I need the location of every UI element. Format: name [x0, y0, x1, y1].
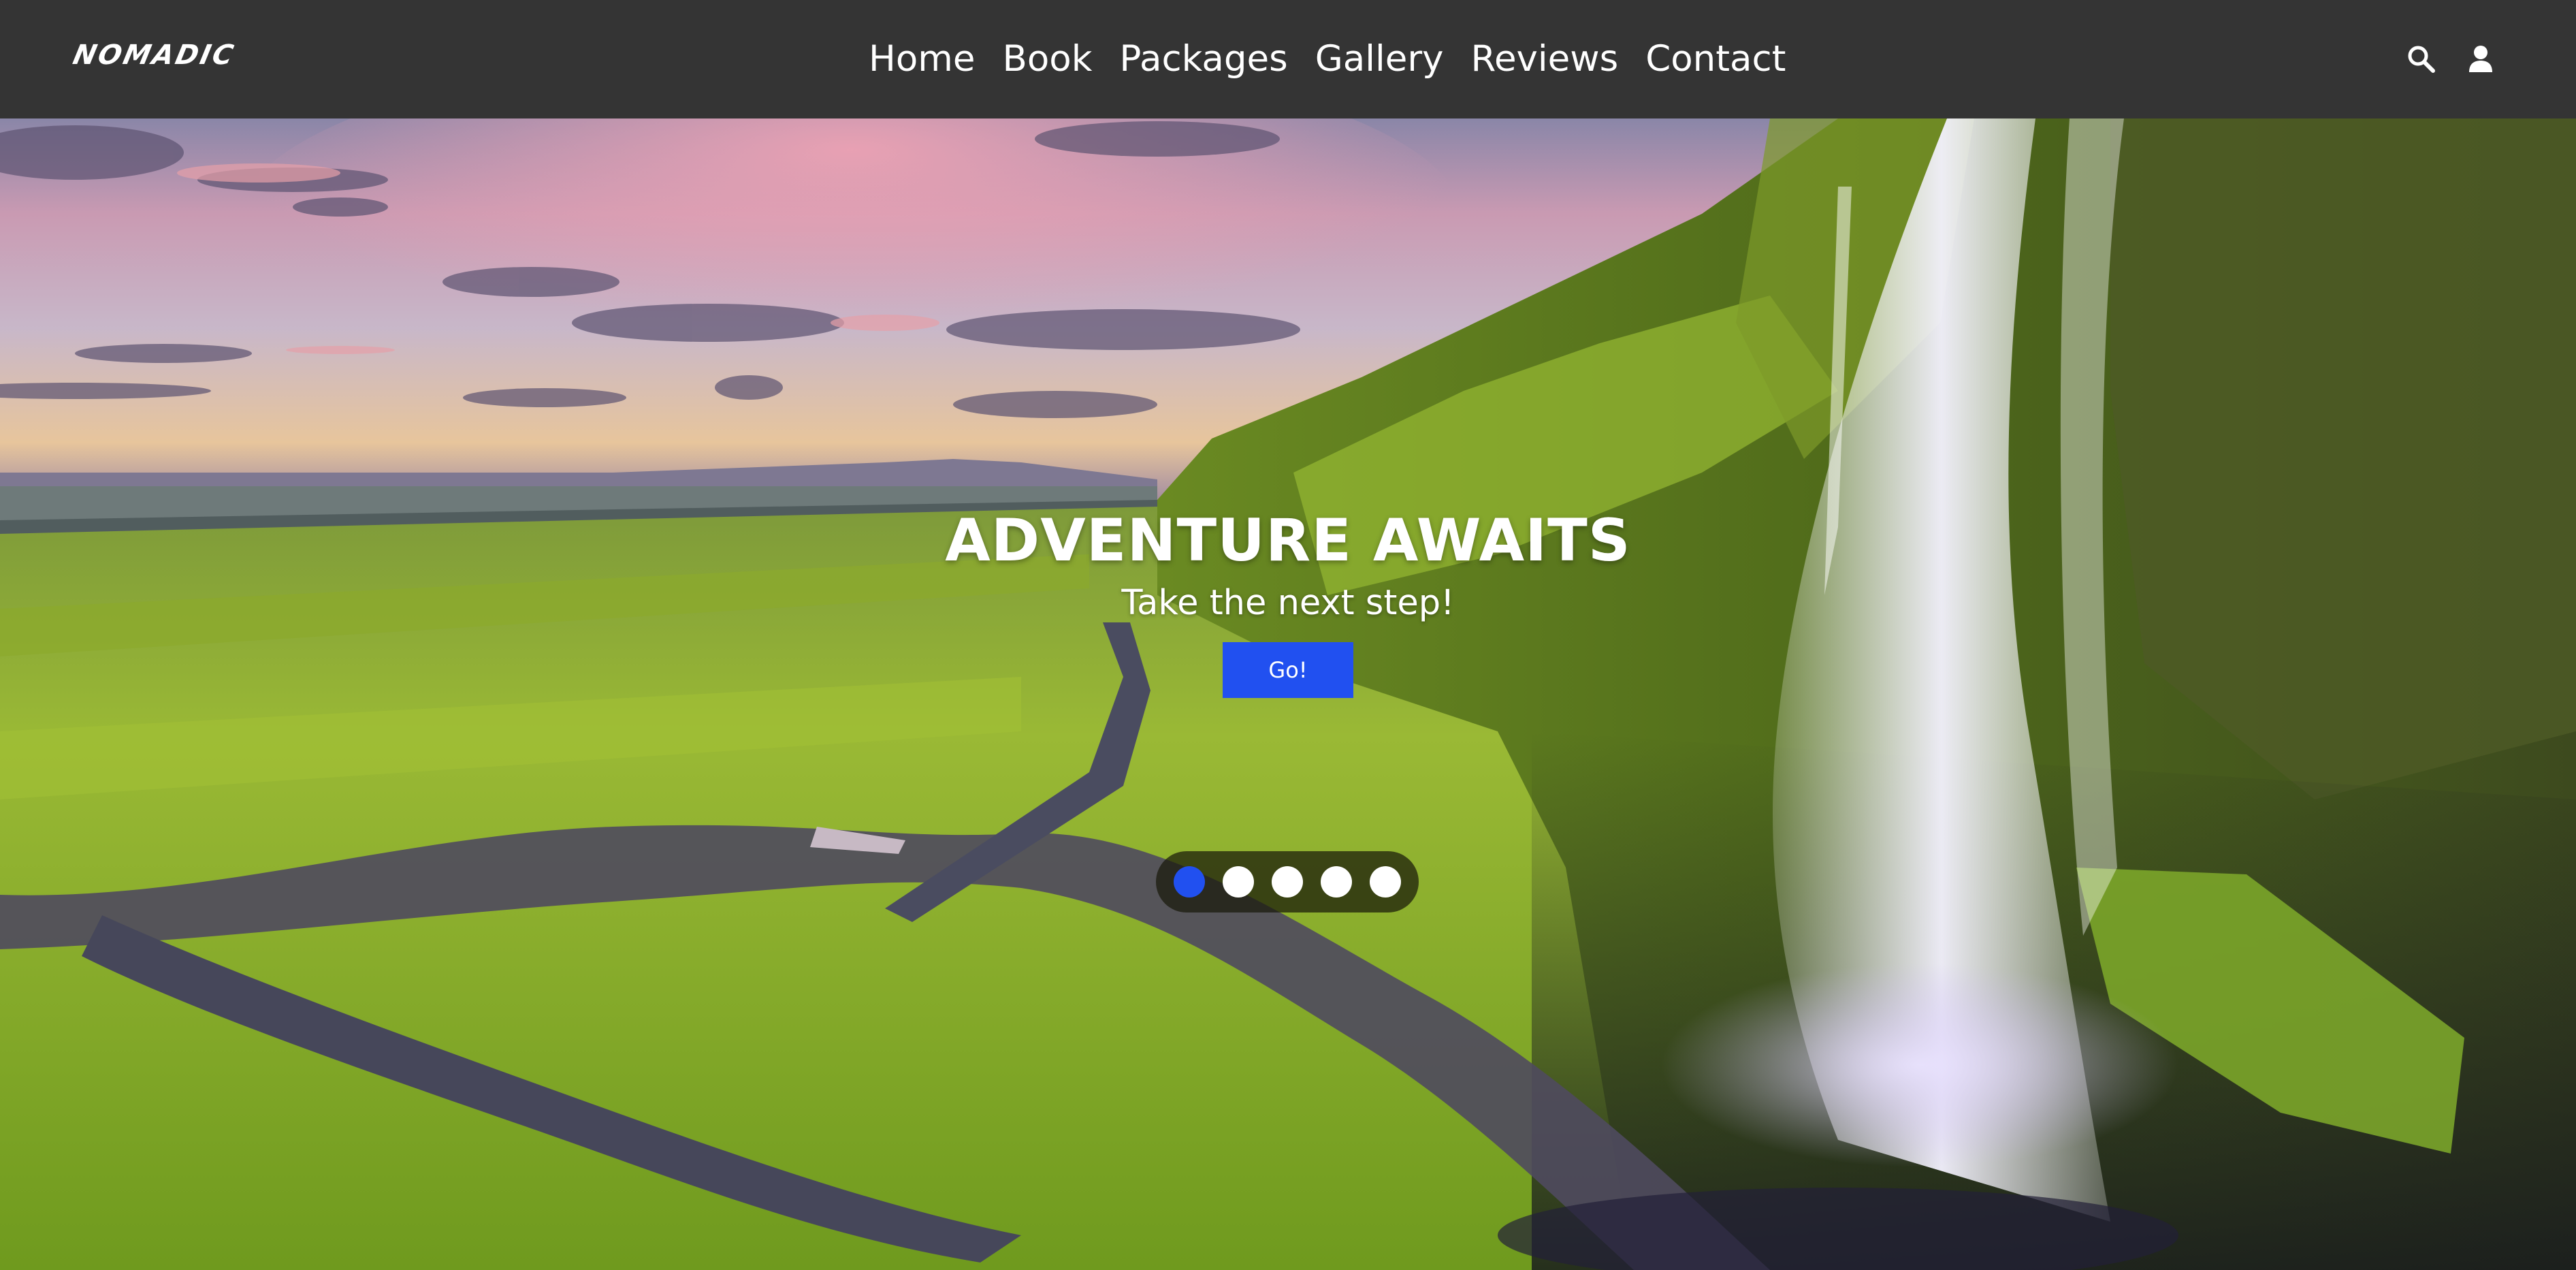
carousel-dot-4[interactable]: [1321, 866, 1352, 898]
carousel-dot-1[interactable]: [1174, 866, 1205, 898]
site-logo[interactable]: NOMADIC: [70, 39, 238, 71]
carousel-dot-3[interactable]: [1272, 866, 1303, 898]
carousel-indicators: [1156, 851, 1419, 912]
hero-content: ADVENTURE AWAITS Take the next step! Go!: [880, 503, 1696, 698]
nav-link-reviews[interactable]: Reviews: [1471, 35, 1619, 83]
nav-link-gallery[interactable]: Gallery: [1315, 35, 1444, 83]
hero-title: ADVENTURE AWAITS: [945, 507, 1631, 575]
user-icon[interactable]: [2464, 42, 2498, 76]
carousel-dot-2[interactable]: [1223, 866, 1254, 898]
nav-link-home[interactable]: Home: [869, 35, 976, 83]
search-icon[interactable]: [2404, 42, 2438, 76]
go-button[interactable]: Go!: [1223, 642, 1353, 698]
hero-section: ADVENTURE AWAITS Take the next step! Go!: [0, 118, 2576, 1270]
main-nav: Home Book Packages Gallery Reviews Conta…: [869, 35, 1786, 83]
nav-link-contact[interactable]: Contact: [1645, 35, 1786, 83]
carousel-dot-5[interactable]: [1370, 866, 1401, 898]
nav-link-packages[interactable]: Packages: [1119, 35, 1287, 83]
nav-link-book[interactable]: Book: [1003, 35, 1093, 83]
hero-subtitle: Take the next step!: [1121, 583, 1455, 623]
navbar: NOMADIC Home Book Packages Gallery Revie…: [0, 0, 2576, 118]
